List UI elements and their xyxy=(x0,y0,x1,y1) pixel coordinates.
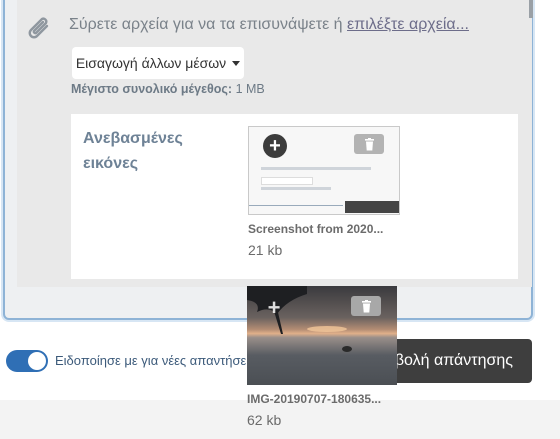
attachment-upload-panel: Σύρετε αρχεία για να τα επισυνάψετε ή επ… xyxy=(17,0,533,287)
submit-reply-label: βολή απάντησης xyxy=(394,352,513,369)
notify-toggle-label: Ειδοποίησε με για νέες απαντήσε xyxy=(55,353,247,368)
file-name: Screenshot from 2020... xyxy=(248,222,384,236)
plus-icon[interactable]: + xyxy=(263,134,287,158)
insert-media-button[interactable]: Εισαγωγή άλλων μέσων xyxy=(72,47,244,79)
reply-editor-box: Σύρετε αρχεία για να τα επισυνάψετε ή επ… xyxy=(3,0,533,320)
max-size-value: 1 MB xyxy=(232,82,265,96)
max-size-label: Μέγιστο συνολικό μέγεθος: xyxy=(71,82,233,96)
uploaded-images-section: Ανεβασμένες εικόνες + Screenshot from 20… xyxy=(71,114,518,279)
uploaded-images-title: Ανεβασμένες εικόνες xyxy=(83,130,183,172)
delete-file-button[interactable] xyxy=(351,296,381,316)
trash-icon xyxy=(361,299,371,312)
uploaded-file-card[interactable]: + Screenshot from 2020... 21 kb xyxy=(248,126,400,258)
file-thumbnail: + xyxy=(247,286,397,385)
trash-icon xyxy=(364,137,374,150)
paperclip-icon xyxy=(27,16,53,49)
insert-media-label: Εισαγωγή άλλων μέσων xyxy=(75,55,227,71)
file-name: IMG-20190707-180635... xyxy=(247,392,382,406)
caret-down-icon xyxy=(232,60,241,66)
max-size-info: Μέγιστο συνολικό μέγεθος: 1 MB xyxy=(71,82,265,96)
drop-instructions: Σύρετε αρχεία για να τα επισυνάψετε ή xyxy=(69,16,348,33)
dragged-file-card[interactable]: + IMG-20190707-180635... 62 kb xyxy=(247,286,397,428)
plus-icon[interactable]: + xyxy=(264,297,284,319)
drop-zone-text[interactable]: Σύρετε αρχεία για να τα επισυνάψετε ή επ… xyxy=(69,16,469,34)
file-thumbnail: + xyxy=(248,126,400,215)
scrollbar[interactable] xyxy=(529,0,533,18)
delete-file-button[interactable] xyxy=(354,134,384,154)
choose-files-link[interactable]: επιλέξτε αρχεία... xyxy=(347,16,469,33)
file-size: 62 kb xyxy=(247,412,282,428)
notify-toggle[interactable] xyxy=(6,350,48,372)
file-size: 21 kb xyxy=(248,242,283,258)
